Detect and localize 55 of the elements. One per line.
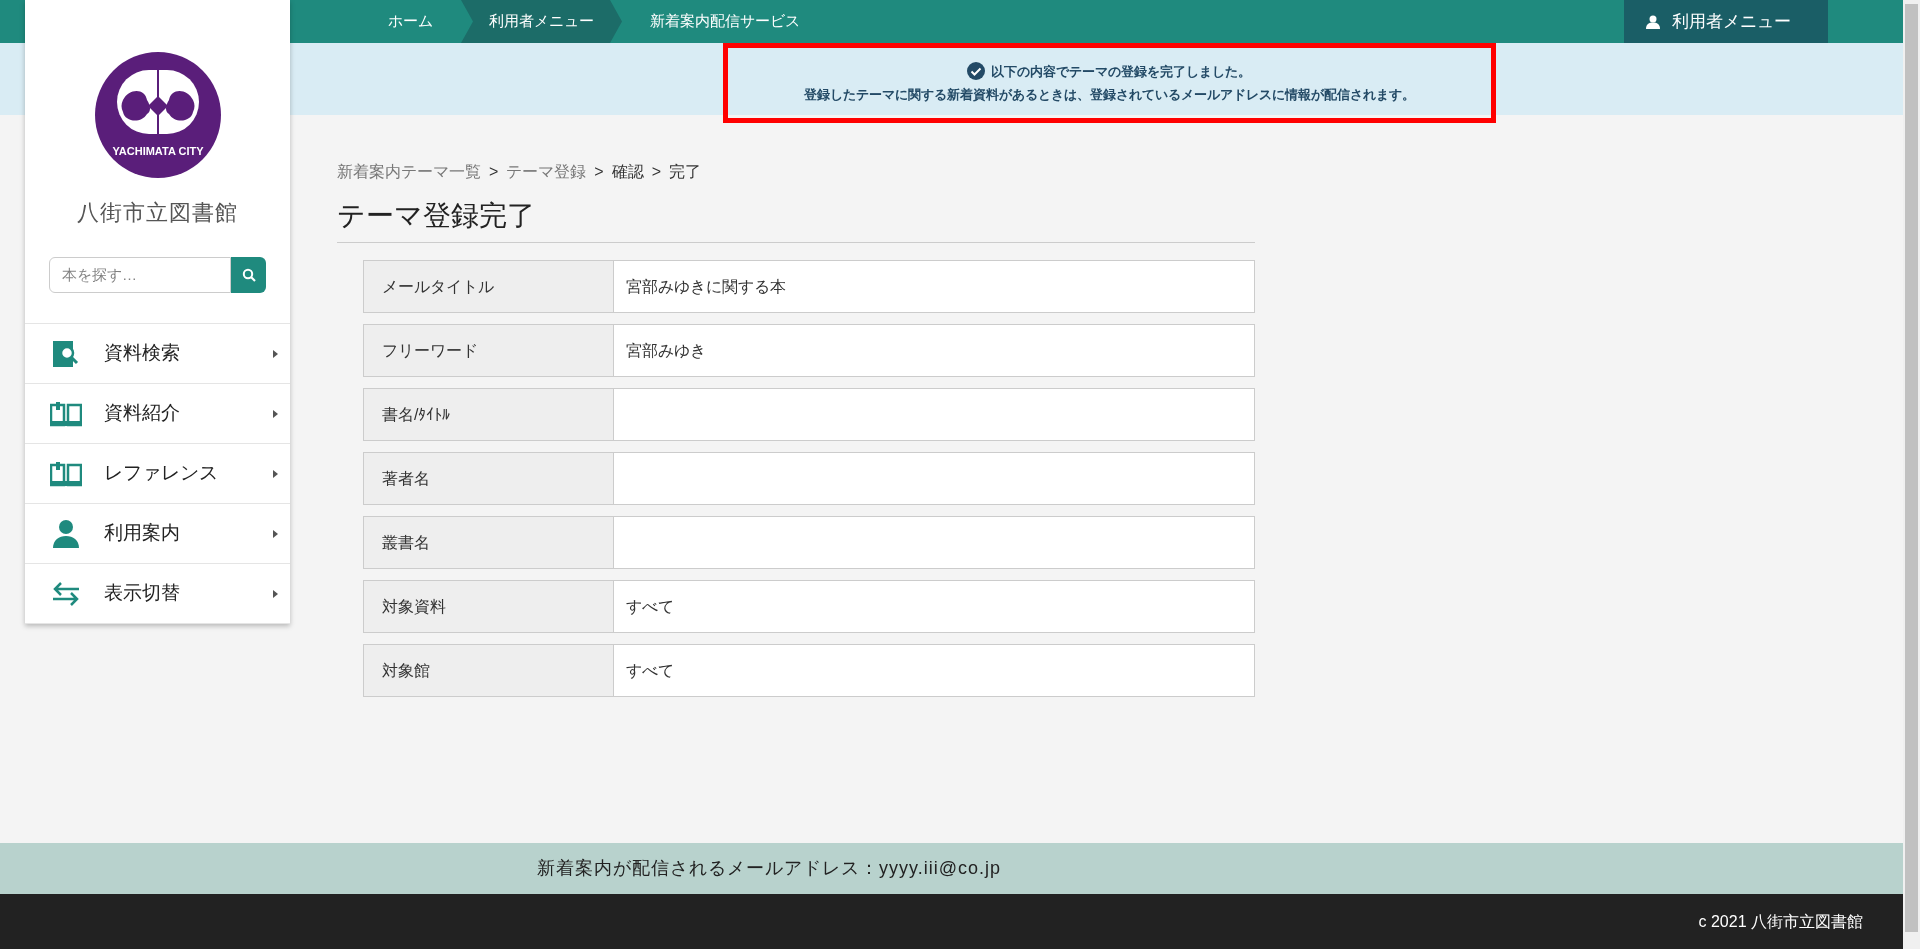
caret-icon	[273, 409, 278, 418]
breadcrumb-separator: >	[594, 162, 604, 182]
email-address-text: 新着案内が配信されるメールアドレス：yyyy.iii@co.jp	[537, 857, 1001, 880]
search-button[interactable]	[231, 257, 266, 293]
check-circle-icon	[967, 62, 985, 81]
user-menu-button[interactable]: 利用者メニュー	[1624, 0, 1828, 43]
field-value-cell: 宮部みゆき	[614, 325, 1254, 376]
field-label-cell: 書名/ﾀｲﾄﾙ	[364, 389, 614, 440]
scrollbar-thumb[interactable]	[1905, 4, 1918, 932]
breadcrumb-current: 完了	[669, 162, 702, 182]
sidebar-menu-item[interactable]: レファレンス	[25, 444, 290, 504]
open-book-icon	[50, 460, 82, 487]
user-icon	[1646, 14, 1660, 29]
city-logo: YACHIMATA CITY	[94, 52, 221, 178]
field-label-cell: 著者名	[364, 453, 614, 504]
nav-crumb[interactable]: ホーム	[360, 0, 461, 43]
page-title: テーマ登録完了	[337, 199, 536, 233]
nav-crumb[interactable]: 利用者メニュー	[461, 0, 622, 43]
field-value-cell: 宮部みゆきに関する本	[614, 261, 1254, 312]
menu-item-label: レファレンス	[104, 461, 219, 486]
search-icon	[241, 268, 256, 282]
breadcrumb-link[interactable]: テーマ登録	[506, 160, 587, 184]
menu-item-label: 利用案内	[104, 521, 181, 546]
field-label-cell: 叢書名	[364, 517, 614, 568]
document-search-icon	[51, 338, 81, 369]
swap-arrows-icon	[51, 580, 81, 607]
caret-icon	[273, 529, 278, 538]
breadcrumb-current: 確認	[611, 162, 644, 182]
copyright-text: c 2021 八街市立図書館	[1698, 911, 1863, 932]
notice-text: 以下の内容でテーマの登録を完了しました。	[991, 62, 1251, 81]
menu-item-label: 資料紹介	[104, 401, 181, 426]
search-field[interactable]: 本を探す…	[49, 257, 231, 293]
field-value-cell: すべて	[614, 645, 1254, 696]
field-value-cell: すべて	[614, 581, 1254, 632]
open-book-icon	[50, 400, 82, 427]
sidebar-menu-item[interactable]: 資料検索	[25, 324, 290, 384]
field-label-cell: フリーワード	[364, 325, 614, 376]
library-name: 八街市立図書館	[76, 199, 239, 227]
sidebar-menu-item[interactable]: 利用案内	[25, 504, 290, 564]
nav-crumb[interactable]: 新着案内配信サービス	[622, 0, 828, 43]
breadcrumb-separator: >	[489, 162, 499, 182]
notice-text: 登録したテーマに関する新着資料があるときは、登録されているメールアドレスに情報が配信されます。	[803, 86, 1415, 104]
caret-icon	[273, 589, 278, 598]
breadcrumb-separator: >	[651, 162, 662, 182]
sidebar-menu-item[interactable]: 資料紹介	[25, 384, 290, 444]
breadcrumb-link[interactable]: 新着案内テーマ一覧	[337, 160, 481, 184]
menu-item-label: 表示切替	[104, 581, 181, 606]
caret-icon	[273, 349, 278, 358]
field-label-cell: 対象館	[364, 645, 614, 696]
menu-item-label: 資料検索	[104, 341, 181, 366]
caret-icon	[273, 469, 278, 478]
sidebar-menu-item[interactable]: 表示切替	[25, 564, 290, 624]
person-icon	[51, 518, 81, 549]
field-label-cell: メールタイトル	[364, 261, 614, 312]
field-label-cell: 対象資料	[364, 581, 614, 632]
